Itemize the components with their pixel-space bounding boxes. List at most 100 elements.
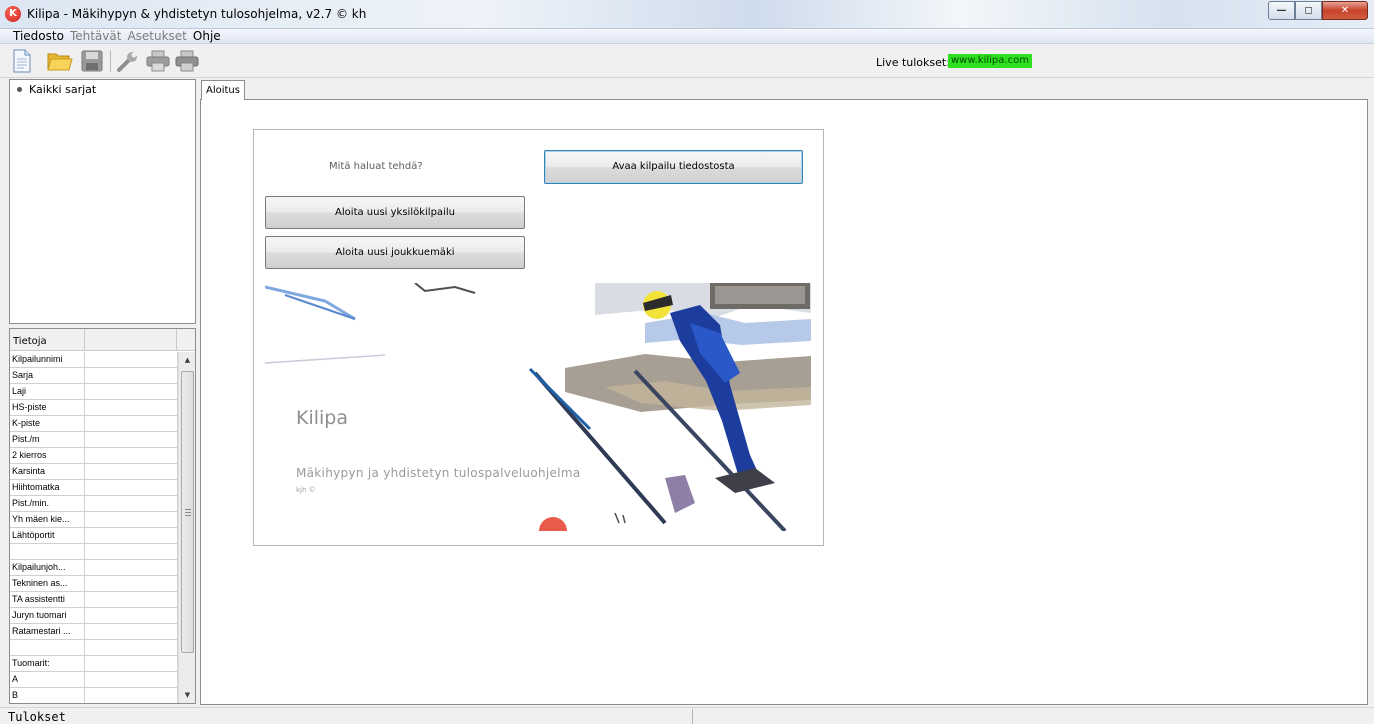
series-tree[interactable]: Kaikki sarjat [9,79,196,324]
grid-rows: Kilpailunnimi Sarja Laji HS-piste K-piste Pis… [10,352,178,703]
grid-row[interactable]: Karsinta [10,464,178,480]
grid-row-label: K-piste [10,416,85,431]
new-team-competition-button[interactable]: Aloita uusi joukkuemäki [265,236,525,269]
grid-row[interactable]: Laji [10,384,178,400]
grid-row[interactable]: Tuomarit: [10,656,178,672]
grid-row[interactable]: Pist./m [10,432,178,448]
grid-scrollbar[interactable]: ▲ ▼ [178,352,195,703]
grid-row-label: Juryn tuomari [10,608,85,623]
window-title: Kilipa - Mäkihypyn & yhdistetyn tulosohj… [27,7,367,21]
menu-tiedosto[interactable]: Tiedosto [13,29,64,43]
grid-row[interactable]: Lähtöportit [10,528,178,544]
grid-row-label: Laji [10,384,85,399]
grid-row-label: Karsinta [10,464,85,479]
grid-row[interactable]: HS-piste [10,400,178,416]
grid-row-label: Pist./min. [10,496,85,511]
menu-ohje[interactable]: Ohje [193,29,221,43]
new-individual-competition-button[interactable]: Aloita uusi yksilökilpailu [265,196,525,229]
tree-item-label: Kaikki sarjat [29,83,97,96]
grid-row-value[interactable] [85,544,178,559]
scroll-down-icon[interactable]: ▼ [179,687,195,703]
live-results-link[interactable]: www.kilipa.com [948,54,1032,68]
print-icon[interactable] [145,48,171,74]
grid-row[interactable]: Juryn tuomari [10,608,178,624]
grid-row-value[interactable] [85,432,178,447]
grid-row[interactable] [10,544,178,560]
grid-row-value[interactable] [85,512,178,527]
scroll-up-icon[interactable]: ▲ [179,352,195,368]
grid-row-value[interactable] [85,672,178,687]
live-results-label: Live tulokset: [876,56,950,69]
save-icon[interactable] [79,48,105,74]
toolbar: Live tulokset: www.kilipa.com [0,45,1374,78]
grid-row-value[interactable] [85,624,178,639]
grid-row[interactable]: TA assistentti [10,592,178,608]
bullet-icon [17,87,22,92]
grid-row-label: B [10,688,85,703]
open-competition-button[interactable]: Avaa kilpailu tiedostosta [544,150,803,184]
grip-line [185,512,191,513]
hero-credit: kjh © [296,486,316,494]
grid-row[interactable]: B [10,688,178,703]
grip-line [185,509,191,510]
grid-row-value[interactable] [85,496,178,511]
grid-row-label: Hiihtomatka [10,480,85,495]
grid-row[interactable] [10,640,178,656]
grid-row[interactable]: K-piste [10,416,178,432]
grid-row[interactable]: Tekninen as... [10,576,178,592]
print-preview-icon[interactable] [174,48,200,74]
grid-row[interactable]: Ratamestari ... [10,624,178,640]
grid-row-label: Yh mäen kie... [10,512,85,527]
grid-row-value[interactable] [85,352,178,367]
grid-row-value[interactable] [85,464,178,479]
grid-row-value[interactable] [85,528,178,543]
grid-row[interactable]: Pist./min. [10,496,178,512]
open-folder-icon[interactable] [47,48,73,74]
hero-image: Kilipa Mäkihypyn ja yhdistetyn tulospalv… [265,283,811,531]
grid-row[interactable]: A [10,672,178,688]
grid-row-value[interactable] [85,640,178,655]
menu-bar: Tiedosto Tehtävät Asetukset Ohje [0,29,1374,44]
info-grid: Tietoja Kilpailunnimi Sarja Laji HS-piste K-… [9,328,196,704]
grid-row-value[interactable] [85,576,178,591]
grid-row[interactable]: Kilpailunjoh... [10,560,178,576]
app-logo-icon: K [5,6,21,22]
grid-row[interactable]: Hiihtomatka [10,480,178,496]
grid-header-label: Tietoja [10,329,85,351]
grid-row-label: Kilpailunjoh... [10,560,85,575]
grid-row-value[interactable] [85,400,178,415]
grid-row[interactable]: Kilpailunnimi [10,352,178,368]
grip-line [185,515,191,516]
grid-row-value[interactable] [85,384,178,399]
tab-aloitus[interactable]: Aloitus [201,80,245,100]
status-text: Tulokset [8,710,66,724]
hero-title: Kilipa [296,407,348,429]
grid-row[interactable]: Sarja [10,368,178,384]
grid-row-value[interactable] [85,592,178,607]
new-document-icon[interactable] [9,48,35,74]
grid-row-label: A [10,672,85,687]
grid-row-value[interactable] [85,608,178,623]
grid-row-value[interactable] [85,368,178,383]
grid-row-value[interactable] [85,448,178,463]
minimize-button[interactable]: — [1268,1,1295,20]
grid-header-value [85,329,177,351]
grid-row-value[interactable] [85,560,178,575]
grid-row-label: Kilpailunnimi [10,352,85,367]
grid-row-label: Tekninen as... [10,576,85,591]
grid-row-value[interactable] [85,480,178,495]
settings-wrench-icon[interactable] [115,48,141,74]
tree-item-all-series[interactable]: Kaikki sarjat [17,83,96,96]
grid-row-value[interactable] [85,416,178,431]
grid-row[interactable]: 2 kierros [10,448,178,464]
grid-row-value[interactable] [85,688,178,703]
scroll-thumb[interactable] [181,371,194,653]
menu-tehtavat[interactable]: Tehtävät [70,29,122,43]
grid-row-value[interactable] [85,656,178,671]
menu-asetukset[interactable]: Asetukset [127,29,186,43]
grid-row-label: Lähtöportit [10,528,85,543]
maximize-button[interactable]: ◻ [1295,1,1322,20]
grid-row[interactable]: Yh mäen kie... [10,512,178,528]
grid-row-label [10,640,85,655]
close-button[interactable]: ✕ [1322,1,1368,20]
